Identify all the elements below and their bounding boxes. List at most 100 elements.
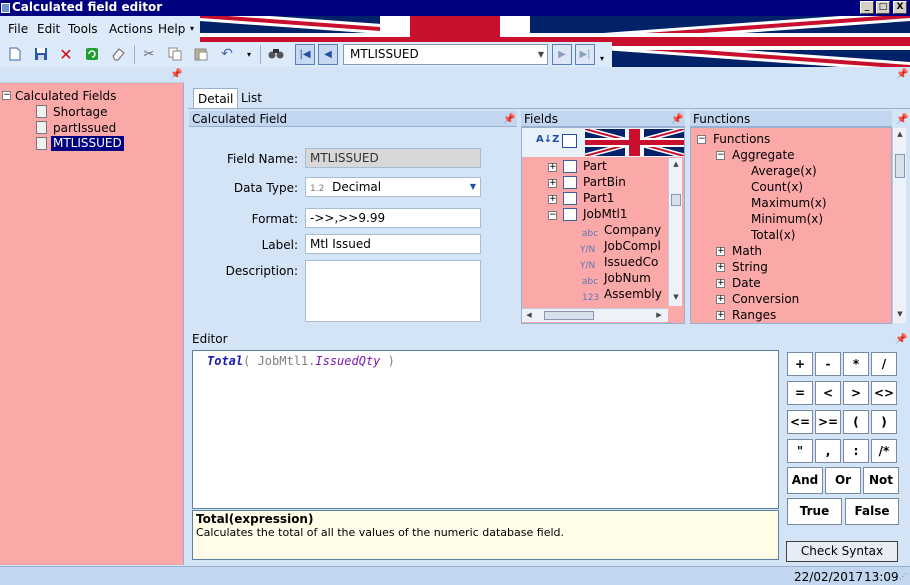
- false-button[interactable]: False: [845, 498, 899, 525]
- menu-edit[interactable]: Edit: [37, 22, 60, 36]
- expression-editor[interactable]: [192, 350, 779, 509]
- pin-icon[interactable]: 📌: [170, 69, 182, 80]
- key-less-than[interactable]: <: [815, 381, 841, 405]
- functions-vertical-scrollbar[interactable]: ▲ ▼: [892, 128, 906, 323]
- tree-item-shortage[interactable]: Shortage: [53, 105, 108, 120]
- check-syntax-button[interactable]: Check Syntax: [786, 541, 898, 562]
- save-icon[interactable]: [32, 45, 50, 63]
- scroll-thumb[interactable]: [671, 194, 681, 206]
- scroll-down-icon[interactable]: ▼: [893, 310, 907, 318]
- sort-az-icon[interactable]: A↓Z: [536, 134, 559, 145]
- fields-vertical-scrollbar[interactable]: ▲ ▼: [668, 158, 682, 306]
- cut-icon[interactable]: ✂: [140, 45, 158, 63]
- fields-table-part1[interactable]: Part1: [583, 191, 614, 206]
- and-button[interactable]: And: [787, 467, 823, 494]
- key-comma[interactable]: ,: [815, 439, 841, 463]
- format-input[interactable]: ->>,>>9.99: [305, 208, 481, 228]
- scroll-thumb[interactable]: [895, 154, 905, 178]
- toolbar-overflow-icon[interactable]: ▾: [600, 54, 604, 63]
- collapse-icon[interactable]: −: [2, 91, 11, 100]
- label-input[interactable]: Mtl Issued: [305, 234, 481, 254]
- tree-item-partissued[interactable]: partIssued: [53, 121, 116, 136]
- resize-grip-icon[interactable]: ⋰: [899, 572, 907, 581]
- collapse-icon[interactable]: −: [548, 211, 557, 220]
- key-comment[interactable]: /*: [871, 439, 897, 463]
- scroll-right-icon[interactable]: ▶: [652, 311, 666, 319]
- menu-help[interactable]: Help: [158, 22, 185, 36]
- pin-icon[interactable]: 📌: [503, 112, 515, 128]
- scroll-left-icon[interactable]: ◀: [522, 311, 536, 319]
- function-maximum[interactable]: Maximum(x): [751, 196, 827, 211]
- last-record-button[interactable]: ▶|: [575, 44, 595, 65]
- pin-icon[interactable]: 📌: [895, 332, 907, 348]
- expand-icon[interactable]: +: [716, 311, 725, 320]
- key-divide[interactable]: /: [871, 352, 897, 376]
- menu-file[interactable]: File: [8, 22, 28, 36]
- minimize-button[interactable]: _: [860, 1, 874, 14]
- data-type-select[interactable]: 1.2 Decimal ▼: [305, 177, 481, 197]
- field-assembly[interactable]: Assembly: [604, 287, 662, 302]
- key-colon[interactable]: :: [843, 439, 869, 463]
- key-not-equal[interactable]: <>: [871, 381, 897, 405]
- expand-icon[interactable]: +: [548, 179, 557, 188]
- field-issuedco[interactable]: IssuedCo: [604, 255, 658, 270]
- menu-overflow-icon[interactable]: ▾: [190, 24, 194, 33]
- key-minus[interactable]: -: [815, 352, 841, 376]
- function-group-ranges[interactable]: Ranges: [732, 308, 776, 323]
- properties-icon[interactable]: [562, 134, 577, 148]
- scroll-up-icon[interactable]: ▲: [669, 160, 683, 168]
- key-plus[interactable]: +: [787, 352, 813, 376]
- key-greater-than[interactable]: >: [843, 381, 869, 405]
- expand-icon[interactable]: +: [716, 295, 725, 304]
- tab-list[interactable]: List: [237, 88, 266, 108]
- find-icon[interactable]: [267, 45, 285, 63]
- expand-icon[interactable]: +: [716, 263, 725, 272]
- tree-item-mtlissued[interactable]: MTLISSUED: [51, 136, 124, 151]
- key-multiply[interactable]: *: [843, 352, 869, 376]
- pin-icon[interactable]: 📌: [896, 69, 908, 80]
- key-greater-equal[interactable]: >=: [815, 410, 841, 434]
- key-quote[interactable]: ": [787, 439, 813, 463]
- fields-horizontal-scrollbar[interactable]: ◀ ▶: [522, 308, 668, 322]
- collapse-icon[interactable]: −: [697, 135, 706, 144]
- close-button[interactable]: X: [893, 1, 907, 14]
- refresh-icon[interactable]: [83, 45, 101, 63]
- not-button[interactable]: Not: [863, 467, 899, 494]
- field-jobcompl[interactable]: JobCompl: [604, 239, 661, 254]
- previous-record-button[interactable]: ◀: [318, 44, 338, 65]
- paste-icon[interactable]: [192, 45, 210, 63]
- field-jobnum[interactable]: JobNum: [604, 271, 651, 286]
- function-average[interactable]: Average(x): [751, 164, 817, 179]
- maximize-button[interactable]: □: [876, 1, 890, 14]
- expand-icon[interactable]: +: [716, 247, 725, 256]
- function-count[interactable]: Count(x): [751, 180, 803, 195]
- true-button[interactable]: True: [787, 498, 842, 525]
- first-record-button[interactable]: |◀: [295, 44, 315, 65]
- record-selector[interactable]: MTLISSUED: [343, 44, 548, 65]
- menu-actions[interactable]: Actions: [109, 22, 153, 36]
- or-button[interactable]: Or: [825, 467, 861, 494]
- new-icon[interactable]: [6, 45, 24, 63]
- copy-icon[interactable]: [166, 45, 184, 63]
- field-company[interactable]: Company: [604, 223, 661, 238]
- undo-dropdown-icon[interactable]: ▾: [240, 45, 258, 63]
- functions-root[interactable]: Functions: [713, 132, 770, 147]
- pin-icon[interactable]: 📌: [896, 112, 908, 128]
- scroll-up-icon[interactable]: ▲: [893, 130, 907, 138]
- collapse-icon[interactable]: −: [716, 151, 725, 160]
- key-less-equal[interactable]: <=: [787, 410, 813, 434]
- expand-icon[interactable]: +: [548, 163, 557, 172]
- scroll-thumb[interactable]: [544, 311, 594, 320]
- fields-table-part[interactable]: Part: [583, 159, 607, 174]
- chevron-down-icon[interactable]: ▼: [535, 45, 547, 64]
- scroll-down-icon[interactable]: ▼: [669, 293, 683, 301]
- expression-code[interactable]: Total( JobMtl1.IssuedQty ): [207, 354, 395, 368]
- key-equals[interactable]: =: [787, 381, 813, 405]
- function-minimum[interactable]: Minimum(x): [751, 212, 823, 227]
- next-record-button[interactable]: ▶: [552, 44, 572, 65]
- menu-tools[interactable]: Tools: [68, 22, 98, 36]
- expand-icon[interactable]: +: [716, 279, 725, 288]
- fields-table-jobmtl1[interactable]: JobMtl1: [583, 207, 628, 222]
- pin-icon[interactable]: 📌: [671, 112, 683, 128]
- key-close-paren[interactable]: ): [871, 410, 897, 434]
